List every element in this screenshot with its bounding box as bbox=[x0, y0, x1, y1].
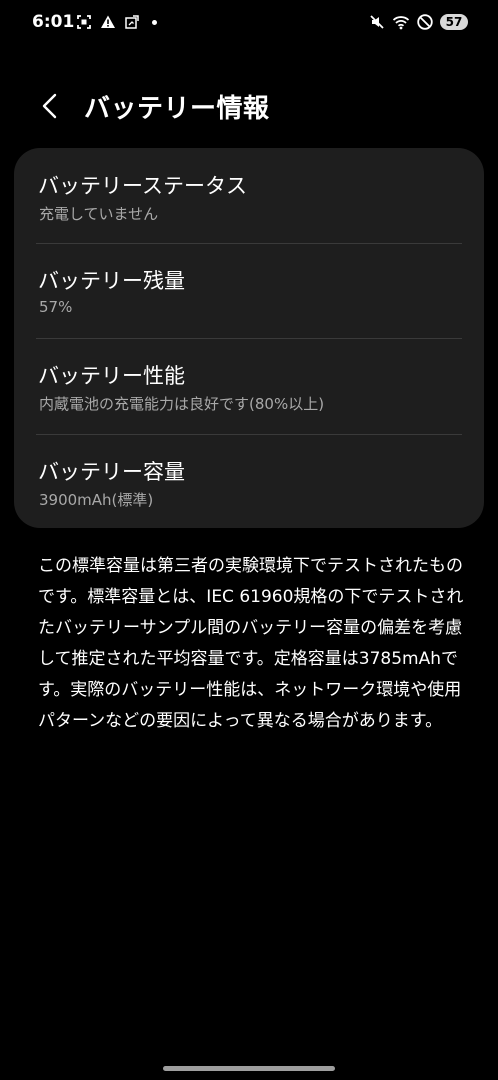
item-subtitle: 充電していません bbox=[39, 205, 159, 223]
item-title: バッテリーステータス bbox=[38, 174, 247, 198]
status-bar: 6:01 57 bbox=[0, 0, 498, 48]
item-title: バッテリー性能 bbox=[38, 364, 185, 388]
wifi-icon bbox=[392, 13, 410, 31]
item-title: バッテリー残量 bbox=[38, 269, 185, 293]
navigation-handle[interactable] bbox=[163, 1066, 335, 1071]
back-button[interactable] bbox=[34, 90, 66, 122]
battery-level-item[interactable]: バッテリー残量 57% bbox=[14, 243, 484, 338]
item-subtitle: 内蔵電池の充電能力は良好です(80%以上) bbox=[39, 395, 325, 413]
item-subtitle: 57% bbox=[39, 298, 73, 316]
warning-icon bbox=[100, 14, 116, 30]
status-time: 6:01 bbox=[32, 12, 75, 32]
battery-capacity-item[interactable]: バッテリー容量 3900mAh(標準) bbox=[14, 434, 484, 528]
battery-info-card: バッテリーステータス 充電していません バッテリー残量 57% バッテリー性能 … bbox=[14, 148, 484, 528]
item-title: バッテリー容量 bbox=[38, 460, 185, 484]
status-left-icons bbox=[76, 14, 157, 30]
screenshot-icon bbox=[76, 14, 92, 30]
header: バッテリー情報 bbox=[0, 82, 498, 130]
status-right-icons: 57 bbox=[368, 13, 468, 31]
capacity-description: この標準容量は第三者の実験環境下でテストされたものです。標準容量とは、IEC 6… bbox=[38, 556, 464, 731]
item-subtitle: 3900mAh(標準) bbox=[39, 491, 154, 509]
page-title: バッテリー情報 bbox=[84, 94, 270, 124]
do-not-disturb-icon bbox=[416, 13, 434, 31]
battery-performance-item[interactable]: バッテリー性能 内蔵電池の充電能力は良好です(80%以上) bbox=[14, 338, 484, 433]
mute-icon bbox=[368, 13, 386, 31]
status-dot bbox=[152, 19, 157, 25]
battery-level-badge: 57 bbox=[440, 14, 468, 30]
battery-status-item[interactable]: バッテリーステータス 充電していません bbox=[14, 148, 484, 243]
back-arrow-icon bbox=[42, 93, 57, 119]
notification-icon bbox=[124, 14, 140, 30]
